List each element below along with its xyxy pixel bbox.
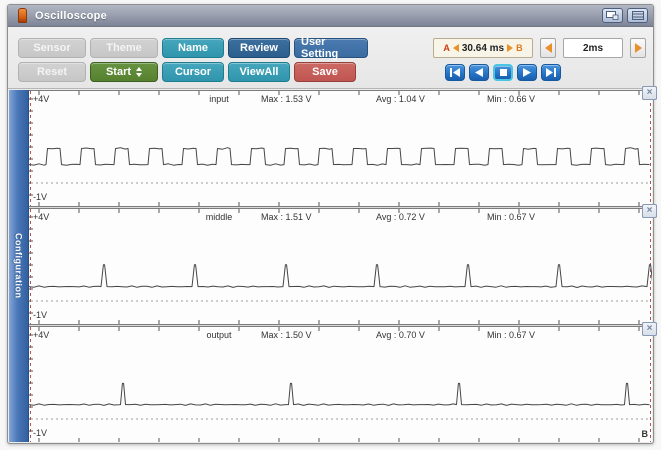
y-max-label: +4V	[33, 330, 49, 340]
step-forward-button[interactable]	[517, 64, 537, 81]
max-readout: Max : 1.50 V	[261, 330, 312, 340]
channel-name: middle	[179, 212, 259, 222]
waveform-panel-2: +4V output Max : 1.50 V Avg : 0.70 V Min…	[29, 326, 652, 442]
close-channel-button[interactable]: ×	[642, 204, 657, 218]
cursor-button[interactable]: Cursor	[162, 62, 224, 82]
y-max-label: +4V	[33, 94, 49, 104]
save-button[interactable]: Save	[294, 62, 356, 82]
close-channel-button[interactable]: ×	[642, 86, 657, 100]
panel-header: +4V output Max : 1.50 V Avg : 0.70 V Min…	[29, 330, 652, 344]
avg-readout: Avg : 0.70 V	[376, 330, 425, 340]
right-arrow-icon	[635, 43, 642, 53]
timebase-decrease-button[interactable]	[540, 38, 556, 58]
avg-readout: Avg : 1.04 V	[376, 94, 425, 104]
display-mode-button[interactable]	[602, 8, 623, 23]
waveform-plot	[29, 327, 652, 442]
configuration-tab-label: Configuration	[14, 233, 24, 299]
oscilloscope-window: Oscilloscope Sensor Theme Name Review Us…	[7, 4, 654, 444]
max-readout: Max : 1.53 V	[261, 94, 312, 104]
window-layout-button[interactable]	[627, 8, 648, 23]
cursor-a-tag: A	[443, 43, 450, 53]
start-button[interactable]: Start	[90, 62, 158, 82]
time-controls: A 30.64 ms B 2ms	[433, 38, 646, 58]
window-title: Oscilloscope	[35, 10, 598, 22]
start-spinner-icon	[136, 67, 142, 77]
stop-button[interactable]	[493, 64, 513, 81]
playback-controls	[445, 64, 561, 81]
step-back-button[interactable]	[469, 64, 489, 81]
user-setting-button[interactable]: User Setting	[294, 38, 368, 58]
configuration-tab[interactable]: Configuration	[9, 90, 29, 442]
avg-readout: Avg : 0.72 V	[376, 212, 425, 222]
close-channel-button[interactable]: ×	[642, 322, 657, 336]
channel-name: input	[179, 94, 259, 104]
cursor-b-marker: B	[642, 429, 649, 439]
title-bar[interactable]: Oscilloscope	[8, 5, 653, 27]
toolbar-row-2: Reset Start Cursor ViewAll Save	[18, 62, 356, 82]
y-max-label: +4V	[33, 212, 49, 222]
app-pin-icon	[18, 8, 27, 23]
cursor-b-tag: B	[516, 43, 523, 53]
min-readout: Min : 0.67 V	[487, 330, 535, 340]
skip-to-start-button[interactable]	[445, 64, 465, 81]
waveform-panels: +4V input Max : 1.53 V Avg : 1.04 V Min …	[29, 90, 652, 442]
theme-button[interactable]: Theme	[90, 38, 158, 58]
y-min-label: -1V	[33, 428, 47, 438]
timebase-increase-button[interactable]	[630, 38, 646, 58]
step-back-icon	[475, 68, 483, 77]
toolbar: Sensor Theme Name Review User Setting Re…	[8, 27, 653, 89]
reset-button[interactable]: Reset	[18, 62, 86, 82]
y-min-label: -1V	[33, 192, 47, 202]
toolbar-row-1: Sensor Theme Name Review User Setting	[18, 38, 368, 58]
y-min-label: -1V	[33, 310, 47, 320]
window-layout-icon	[632, 11, 644, 20]
max-readout: Max : 1.51 V	[261, 212, 312, 222]
panel-header: +4V middle Max : 1.51 V Avg : 0.72 V Min…	[29, 212, 652, 226]
step-forward-icon	[523, 68, 531, 77]
waveform-plot	[29, 91, 652, 206]
ab-time-readout: A 30.64 ms B	[433, 38, 533, 58]
min-readout: Min : 0.66 V	[487, 94, 535, 104]
scope-content: Configuration +4V input Max : 1.53 V Avg…	[9, 90, 652, 442]
skip-end-icon	[546, 68, 556, 77]
start-button-label: Start	[106, 66, 131, 78]
skip-start-icon	[450, 68, 460, 77]
display-mode-icon	[606, 11, 619, 20]
name-button[interactable]: Name	[162, 38, 224, 58]
cursor-b-arrow-icon	[507, 44, 513, 52]
timebase-select[interactable]: 2ms	[563, 38, 623, 58]
waveform-panel-0: +4V input Max : 1.53 V Avg : 1.04 V Min …	[29, 90, 652, 207]
ab-time-value: 30.64 ms	[462, 43, 504, 54]
waveform-panel-1: +4V middle Max : 1.51 V Avg : 0.72 V Min…	[29, 208, 652, 325]
sensor-button[interactable]: Sensor	[18, 38, 86, 58]
cursor-a-arrow-icon	[453, 44, 459, 52]
min-readout: Min : 0.67 V	[487, 212, 535, 222]
review-button[interactable]: Review	[228, 38, 290, 58]
skip-to-end-button[interactable]	[541, 64, 561, 81]
waveform-plot	[29, 209, 652, 324]
panel-header: +4V input Max : 1.53 V Avg : 1.04 V Min …	[29, 94, 652, 108]
viewall-button[interactable]: ViewAll	[228, 62, 290, 82]
channel-name: output	[179, 330, 259, 340]
left-arrow-icon	[545, 43, 552, 53]
stop-icon	[500, 69, 507, 76]
